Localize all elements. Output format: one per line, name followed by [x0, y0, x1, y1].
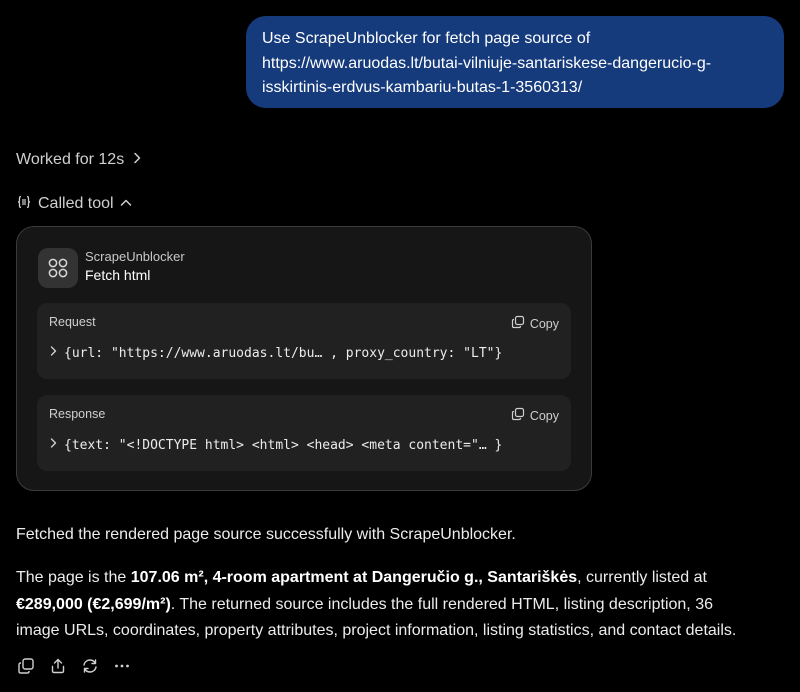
copy-icon[interactable] [16, 656, 36, 676]
user-message-line: isskirtinis-erdvus-kambariu-butas-1-3560… [262, 79, 583, 96]
user-message-line: https://www.aruodas.lt/butai-vilniuje-sa… [262, 54, 712, 72]
chevron-right-icon [49, 345, 58, 361]
worked-label: Worked for 12s [16, 151, 125, 168]
more-icon[interactable] [112, 656, 132, 676]
share-icon[interactable] [48, 656, 68, 676]
tool-action-name: Fetch html [85, 267, 151, 283]
four-circles-icon [38, 248, 78, 288]
answer-paragraph-2: The page is the 107.06 m², 4-room apartm… [16, 565, 796, 645]
request-panel: Request Copy {url: "https://www.aruodas.… [37, 303, 571, 379]
answer-line: image URLs, coordinates, property attrib… [16, 622, 737, 639]
chevron-right-icon [132, 151, 142, 169]
tool-braces-icon [16, 194, 32, 215]
answer-text: The page is the [16, 569, 131, 586]
answer-line: €289,000 (€2,699/m²). The returned sourc… [16, 592, 796, 619]
copy-icon [511, 315, 525, 332]
called-tool-toggle[interactable]: Called tool [16, 194, 132, 214]
answer-text: . The returned source includes the full … [170, 595, 713, 613]
tool-call-card: ScrapeUnblocker Fetch html Request Copy … [16, 226, 592, 491]
copy-request-button[interactable]: Copy [511, 315, 559, 332]
copy-response-label: Copy [529, 408, 559, 423]
copy-request-label: Copy [529, 316, 559, 331]
response-panel: Response Copy {text: "<!DOCTYPE html> <h… [37, 395, 571, 471]
copy-response-button[interactable]: Copy [511, 407, 559, 424]
answer-paragraph-1: Fetched the rendered page source success… [16, 526, 516, 543]
regenerate-icon[interactable] [80, 656, 100, 676]
called-tool-label: Called tool [38, 195, 114, 212]
user-message-bubble: Use ScrapeUnblocker for fetch page sourc… [246, 16, 784, 108]
answer-line: The page is the 107.06 m², 4-room apartm… [16, 565, 796, 592]
worked-duration-toggle[interactable]: Worked for 12s [16, 150, 142, 170]
response-code-toggle[interactable]: {text: "<!DOCTYPE html> <html> <head> <m… [49, 437, 502, 453]
request-code-toggle[interactable]: {url: "https://www.aruodas.lt/bu… , prox… [49, 345, 502, 361]
tool-app-name: ScrapeUnblocker [85, 249, 185, 264]
user-message-line: Use ScrapeUnblocker for fetch page sourc… [262, 30, 591, 47]
request-label: Request [49, 315, 96, 329]
message-actions [16, 656, 132, 676]
chevron-right-icon [49, 437, 58, 453]
copy-icon [511, 407, 525, 424]
chevron-up-icon [120, 195, 132, 213]
request-code: {url: "https://www.aruodas.lt/bu… , prox… [64, 345, 503, 361]
response-label: Response [49, 407, 106, 421]
response-code: {text: "<!DOCTYPE html> <html> <head> <m… [64, 437, 503, 453]
answer-text: , currently listed at [577, 569, 707, 586]
answer-bold-apartment: 107.06 m², 4-room apartment at Dangeruči… [130, 569, 578, 586]
answer-bold-price: €289,000 (€2,699/m²) [16, 595, 171, 613]
